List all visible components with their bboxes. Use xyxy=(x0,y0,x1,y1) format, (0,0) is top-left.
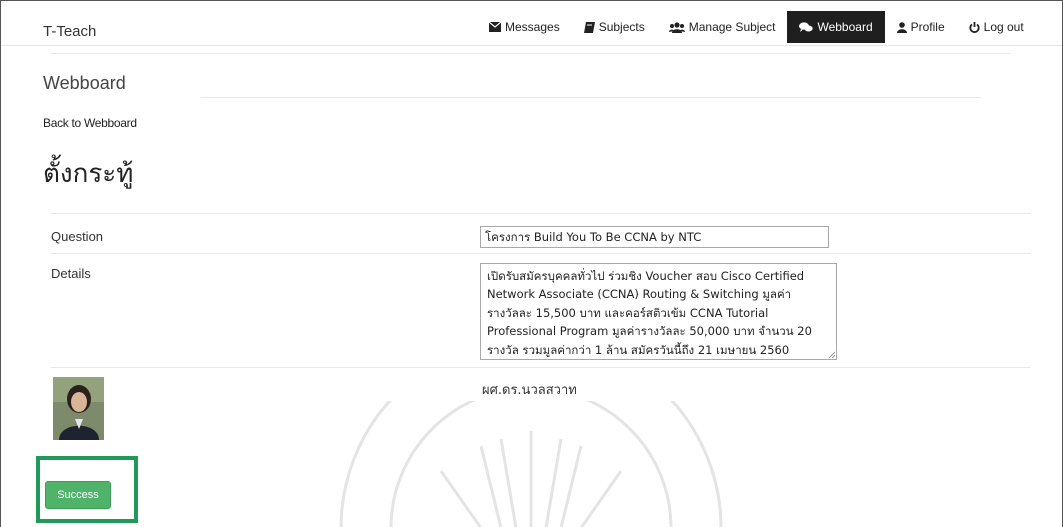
comments-icon xyxy=(799,21,814,33)
nav-label-manage-subject: Manage Subject xyxy=(688,20,776,34)
book-icon xyxy=(583,21,595,33)
question-label: Question xyxy=(51,229,104,244)
nav-item-logout[interactable]: Log out xyxy=(957,11,1036,43)
details-textarea[interactable]: เปิดรับสมัครบุคคลทั่วไป ร่วมชิง Voucher … xyxy=(480,263,837,360)
success-button[interactable]: Success xyxy=(45,481,111,509)
details-line: รางวัล รวมมูลค่ากว่า 1 ล้าน สมัครวันนี้ถ… xyxy=(487,342,790,357)
scan-artifact xyxy=(51,53,1011,54)
author-name: ผศ.ดร.นวลสวาท xyxy=(482,383,577,398)
nav-item-webboard[interactable]: Webboard xyxy=(787,11,885,43)
nav-label-profile: Profile xyxy=(910,20,945,34)
nav-label-subjects: Subjects xyxy=(598,20,645,34)
nav-item-subjects[interactable]: Subjects xyxy=(572,11,657,43)
nav-label-webboard: Webboard xyxy=(817,20,873,34)
details-line: Network Associate (CCNA) Routing & Switc… xyxy=(487,287,792,302)
brand-name[interactable]: T-Teach xyxy=(43,23,96,40)
top-navbar: T-Teach Messages Subjects Manage Subject xyxy=(1,1,1062,46)
scan-artifact xyxy=(51,253,1031,254)
back-to-webboard-link[interactable]: Back to Webboard xyxy=(43,116,137,130)
details-line: รางวัลละ 15,500 บาท และคอร์สติวเข้ม CCNA… xyxy=(487,305,769,320)
details-line: Professional Program มูลค่ารางวัลละ 50,0… xyxy=(487,324,812,339)
users-icon xyxy=(668,21,685,33)
browser-frame: T-Teach Messages Subjects Manage Subject xyxy=(0,0,1063,527)
page-heading: Webboard xyxy=(43,73,126,93)
nav-item-profile[interactable]: Profile xyxy=(885,11,957,43)
nav-menu: Messages Subjects Manage Subject Webboar… xyxy=(477,11,1036,43)
watermark-seal xyxy=(339,401,723,527)
details-label: Details xyxy=(51,266,91,281)
avatar xyxy=(53,377,104,440)
resize-grip-icon[interactable] xyxy=(827,350,835,358)
scan-artifact xyxy=(201,97,981,98)
nav-label-logout: Log out xyxy=(983,20,1024,34)
power-icon xyxy=(969,21,980,33)
scan-artifact xyxy=(51,213,1031,214)
user-icon xyxy=(896,21,907,33)
envelope-icon xyxy=(489,22,501,32)
page-title: ตั้งกระทู้ xyxy=(43,158,134,188)
scan-artifact xyxy=(51,367,1031,368)
nav-label-messages: Messages xyxy=(505,20,560,34)
nav-item-manage-subject[interactable]: Manage Subject xyxy=(657,11,788,43)
details-line: เปิดรับสมัครบุคคลทั่วไป ร่วมชิง Voucher … xyxy=(487,269,805,283)
nav-item-messages[interactable]: Messages xyxy=(477,11,572,43)
question-input[interactable]: โครงการ Build You To Be CCNA by NTC xyxy=(480,226,829,248)
